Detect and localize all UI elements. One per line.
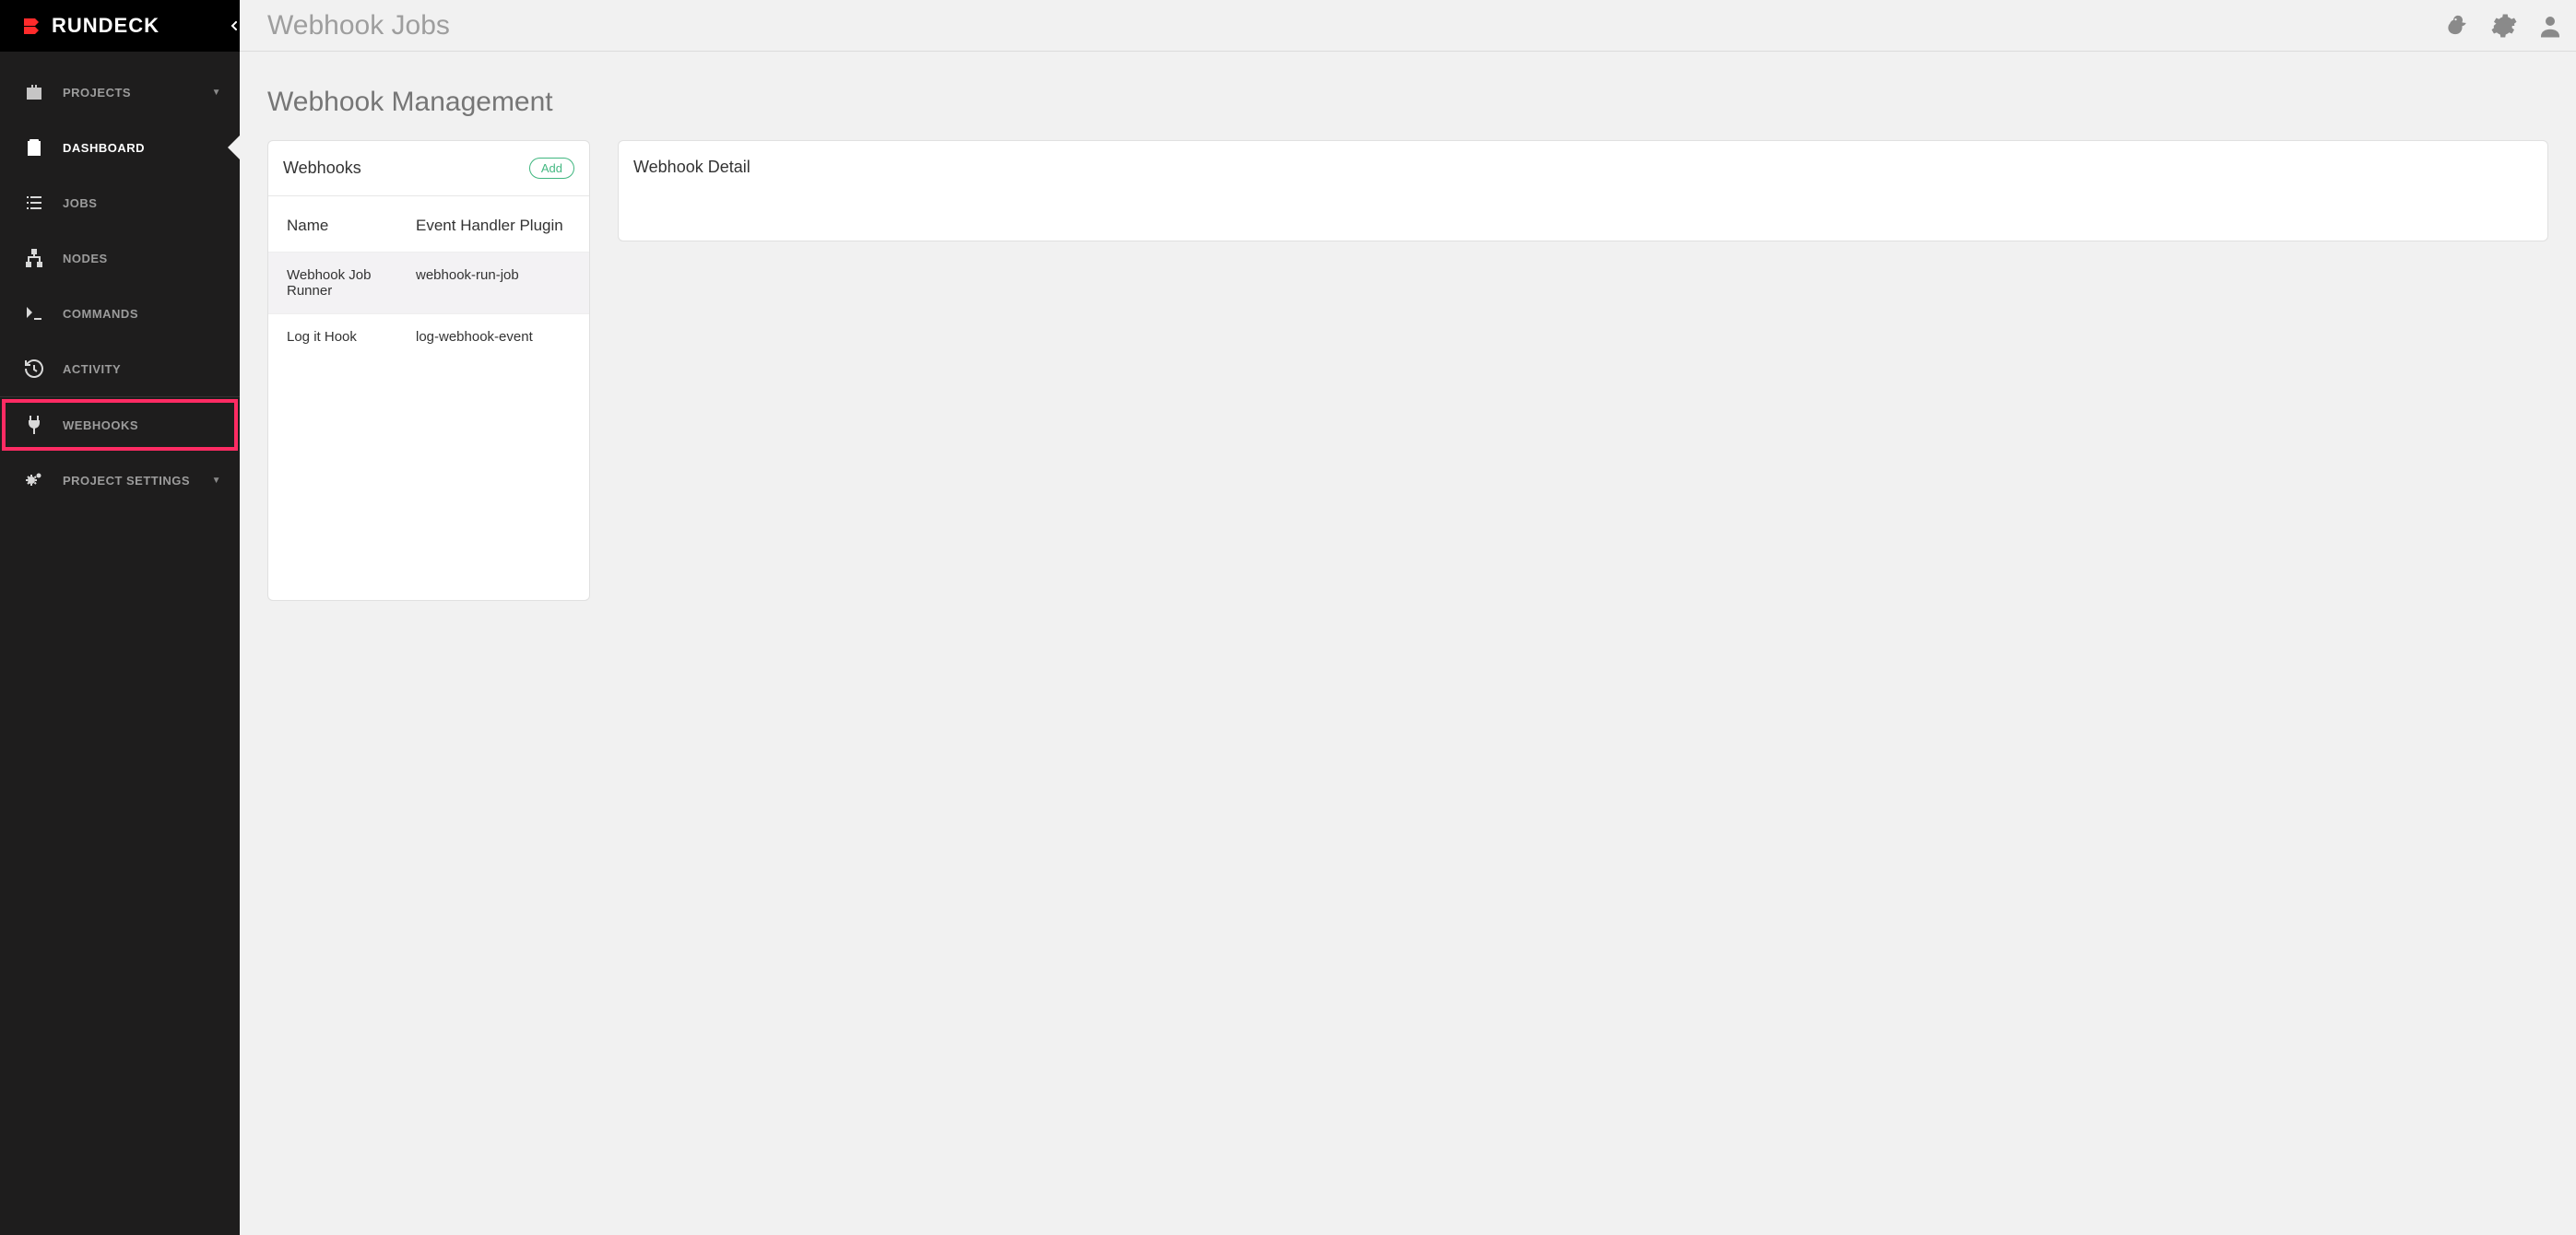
sitemap-icon [22,246,46,270]
webhooks-card-header: Webhooks Add [268,141,589,196]
sidebar-item-dashboard[interactable]: DASHBOARD [0,120,240,175]
topbar: Webhook Jobs [240,0,2576,52]
webhooks-table-header: Name Event Handler Plugin [268,196,589,252]
nav-label: ACTIVITY [63,362,221,376]
webhooks-heading: Webhooks [283,159,361,178]
terminal-icon [22,301,46,325]
webhook-name: Webhook Job Runner [287,267,416,299]
sidebar-header: RUNDECK [0,0,240,52]
sidebar-item-jobs[interactable]: JOBS [0,175,240,230]
nav-label: JOBS [63,196,221,210]
user-icon[interactable] [2535,11,2565,41]
sidebar-item-nodes[interactable]: NODES [0,230,240,286]
nav-label: NODES [63,252,221,265]
webhook-name: Log it Hook [287,329,416,345]
topbar-title: Webhook Jobs [267,10,2432,41]
webhooks-card: Webhooks Add Name Event Handler Plugin W… [267,140,590,601]
webhook-detail-card: Webhook Detail [618,140,2548,241]
sidebar-item-webhooks[interactable]: WEBHOOKS [0,397,240,453]
add-webhook-button[interactable]: Add [529,158,574,179]
nav-label: PROJECTS [63,86,212,100]
webhook-row[interactable]: Webhook Job Runner webhook-run-job [268,252,589,313]
webhook-handler: webhook-run-job [416,267,571,299]
brand-logo[interactable]: RUNDECK [20,14,160,38]
plug-icon [22,413,46,437]
clipboard-icon [22,135,46,159]
gears-icon [22,468,46,492]
sidebar-item-commands[interactable]: COMMANDS [0,286,240,341]
webhook-row[interactable]: Log it Hook log-webhook-event [268,313,589,359]
webhook-handler: log-webhook-event [416,329,571,345]
column-header-name: Name [287,217,416,235]
nav-label: DASHBOARD [63,141,221,155]
brand-text: RUNDECK [52,14,160,38]
nav-label: WEBHOOKS [63,418,221,432]
list-icon [22,191,46,215]
caret-down-icon: ▼ [212,88,221,98]
nav-list: PROJECTS ▼ DASHBOARD JOBS NODES [0,52,240,508]
topbar-icon-group [2443,11,2565,41]
detail-card-header: Webhook Detail [619,141,2547,194]
sidebar-item-project-settings[interactable]: PROJECT SETTINGS ▼ [0,453,240,508]
column-header-handler: Event Handler Plugin [416,217,571,235]
briefcase-icon [22,80,46,104]
history-icon [22,357,46,381]
duck-icon[interactable] [2443,11,2473,41]
sidebar-item-activity[interactable]: ACTIVITY [0,341,240,396]
detail-heading: Webhook Detail [633,158,750,177]
panel-row: Webhooks Add Name Event Handler Plugin W… [267,140,2548,601]
page-title: Webhook Management [267,87,2548,118]
nav-label: PROJECT SETTINGS [63,474,212,488]
caret-down-icon: ▼ [212,476,221,486]
brand-mark-icon [20,15,42,37]
sidebar-item-projects[interactable]: PROJECTS ▼ [0,65,240,120]
nav-label: COMMANDS [63,307,221,321]
gear-icon[interactable] [2489,11,2519,41]
sidebar: RUNDECK PROJECTS ▼ DASHBOARD [0,0,240,1235]
main-content: Webhook Management Webhooks Add Name Eve… [240,52,2576,1235]
